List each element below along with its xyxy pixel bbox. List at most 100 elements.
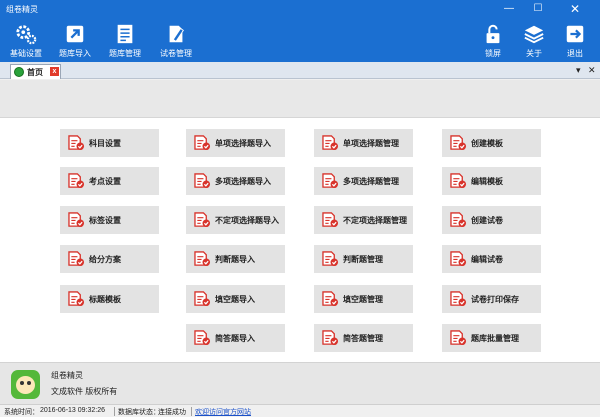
basic-settings-button[interactable]: 基础设置	[8, 20, 44, 60]
function-grid: 科目设置 考点设置 标签设置 给分方案 标题模板 单项选择题导入 多项选择题导入…	[0, 118, 600, 362]
bank-manage-button[interactable]: 题库管理	[107, 20, 143, 60]
exit-arrow-icon	[566, 25, 584, 43]
create-template-button[interactable]: 创建模板	[442, 129, 541, 157]
maximize-button[interactable]: ☐	[525, 0, 551, 18]
indef-choice-manage-label: 不定项选择题管理	[343, 216, 407, 225]
bank-import-label: 题库导入	[59, 49, 91, 58]
document-check-icon	[322, 173, 339, 189]
logo-face	[16, 376, 35, 394]
multi-choice-import-label: 多项选择题导入	[215, 177, 271, 186]
product-footer: 组卷精灵 文成软件 版权所有	[0, 362, 600, 404]
multi-choice-manage-label: 多项选择题管理	[343, 177, 399, 186]
exit-button[interactable]: 退出	[562, 20, 588, 60]
scoring-scheme-button[interactable]: 给分方案	[60, 245, 159, 273]
point-settings-button[interactable]: 考点设置	[60, 167, 159, 195]
judge-import-label: 判断题导入	[215, 255, 255, 264]
tag-settings-label: 标签设置	[89, 216, 121, 225]
print-save-paper-button[interactable]: 试卷打印保存	[442, 285, 541, 313]
official-website-link[interactable]: 欢迎访问官方网站	[195, 407, 251, 417]
close-window-button[interactable]: ✕	[558, 0, 592, 18]
fill-manage-button[interactable]: 填空题管理	[314, 285, 413, 313]
indef-choice-manage-button[interactable]: 不定项选择题管理	[314, 206, 413, 234]
title-template-label: 标题模板	[89, 295, 121, 304]
document-check-icon	[68, 251, 85, 267]
subject-settings-label: 科目设置	[89, 139, 121, 148]
short-answer-manage-button[interactable]: 简答题管理	[314, 324, 413, 352]
single-choice-manage-label: 单项选择题管理	[343, 139, 399, 148]
single-choice-import-label: 单项选择题导入	[215, 139, 271, 148]
print-save-paper-label: 试卷打印保存	[471, 295, 519, 304]
edit-paper-label: 编辑试卷	[471, 255, 503, 264]
document-check-icon	[194, 251, 211, 267]
basic-settings-label: 基础设置	[10, 49, 42, 58]
tab-close-icon[interactable]: x	[50, 67, 59, 76]
title-template-button[interactable]: 标题模板	[60, 285, 159, 313]
batch-manage-label: 题库批量管理	[471, 334, 519, 343]
batch-manage-button[interactable]: 题库批量管理	[442, 324, 541, 352]
document-check-icon	[450, 251, 467, 267]
judge-manage-button[interactable]: 判断题管理	[314, 245, 413, 273]
create-template-label: 创建模板	[471, 139, 503, 148]
tab-home-label: 首页	[27, 68, 43, 77]
system-time-value: 2016-06-13 09:32:26	[40, 407, 105, 414]
lock-screen-button[interactable]: 锁屏	[480, 20, 506, 60]
document-check-icon	[194, 291, 211, 307]
document-check-icon	[450, 135, 467, 151]
layers-icon	[524, 25, 544, 44]
short-answer-import-button[interactable]: 简答题导入	[186, 324, 285, 352]
db-status-label: 数据库状态：	[118, 409, 160, 416]
document-check-icon	[194, 212, 211, 228]
minimize-button[interactable]: —	[496, 0, 522, 18]
document-check-icon	[322, 330, 339, 346]
fill-import-button[interactable]: 填空题导入	[186, 285, 285, 313]
create-paper-label: 创建试卷	[471, 216, 503, 225]
window-title: 组卷精灵	[6, 5, 38, 14]
product-name: 组卷精灵	[51, 371, 83, 380]
home-tab-icon	[14, 67, 24, 77]
bank-manage-label: 题库管理	[109, 49, 141, 58]
tab-close-all-icon[interactable]: ✕	[588, 65, 596, 76]
short-answer-manage-label: 简答题管理	[343, 334, 383, 343]
logo-eye-left	[20, 381, 24, 385]
gears-icon	[16, 25, 37, 45]
lock-screen-label: 锁屏	[485, 49, 501, 58]
document-check-icon	[322, 251, 339, 267]
edit-template-label: 编辑模板	[471, 177, 503, 186]
scoring-scheme-label: 给分方案	[89, 255, 121, 264]
judge-import-button[interactable]: 判断题导入	[186, 245, 285, 273]
multi-choice-import-button[interactable]: 多项选择题导入	[186, 167, 285, 195]
document-check-icon	[68, 212, 85, 228]
single-choice-manage-button[interactable]: 单项选择题管理	[314, 129, 413, 157]
status-separator	[191, 407, 192, 416]
document-check-icon	[322, 291, 339, 307]
copyright-text: 文成软件 版权所有	[51, 387, 118, 396]
document-check-icon	[322, 212, 339, 228]
edit-paper-button[interactable]: 编辑试卷	[442, 245, 541, 273]
document-check-icon	[194, 173, 211, 189]
document-check-icon	[194, 330, 211, 346]
tab-home[interactable]: 首页 x	[10, 64, 61, 79]
import-arrow-icon	[66, 25, 84, 43]
single-choice-import-button[interactable]: 单项选择题导入	[186, 129, 285, 157]
db-status-value: 连接成功	[158, 409, 186, 416]
about-label: 关于	[526, 49, 542, 58]
bank-import-button[interactable]: 题库导入	[58, 20, 92, 60]
paper-manage-button[interactable]: 试卷管理	[158, 20, 194, 60]
multi-choice-manage-button[interactable]: 多项选择题管理	[314, 167, 413, 195]
document-check-icon	[68, 173, 85, 189]
paper-manage-label: 试卷管理	[160, 49, 192, 58]
system-time-label: 系统时间：	[4, 409, 39, 416]
indef-choice-import-label: 不定项选择题导入	[215, 216, 279, 225]
point-settings-label: 考点设置	[89, 177, 121, 186]
document-check-icon	[68, 291, 85, 307]
document-check-icon	[194, 135, 211, 151]
indef-choice-import-button[interactable]: 不定项选择题导入	[186, 206, 285, 234]
tab-dropdown-icon[interactable]: ▾	[576, 65, 581, 76]
tag-settings-button[interactable]: 标签设置	[60, 206, 159, 234]
document-check-icon	[68, 135, 85, 151]
edit-template-button[interactable]: 编辑模板	[442, 167, 541, 195]
about-button[interactable]: 关于	[521, 20, 547, 60]
create-paper-button[interactable]: 创建试卷	[442, 206, 541, 234]
subject-settings-button[interactable]: 科目设置	[60, 129, 159, 157]
exit-label: 退出	[567, 49, 583, 58]
